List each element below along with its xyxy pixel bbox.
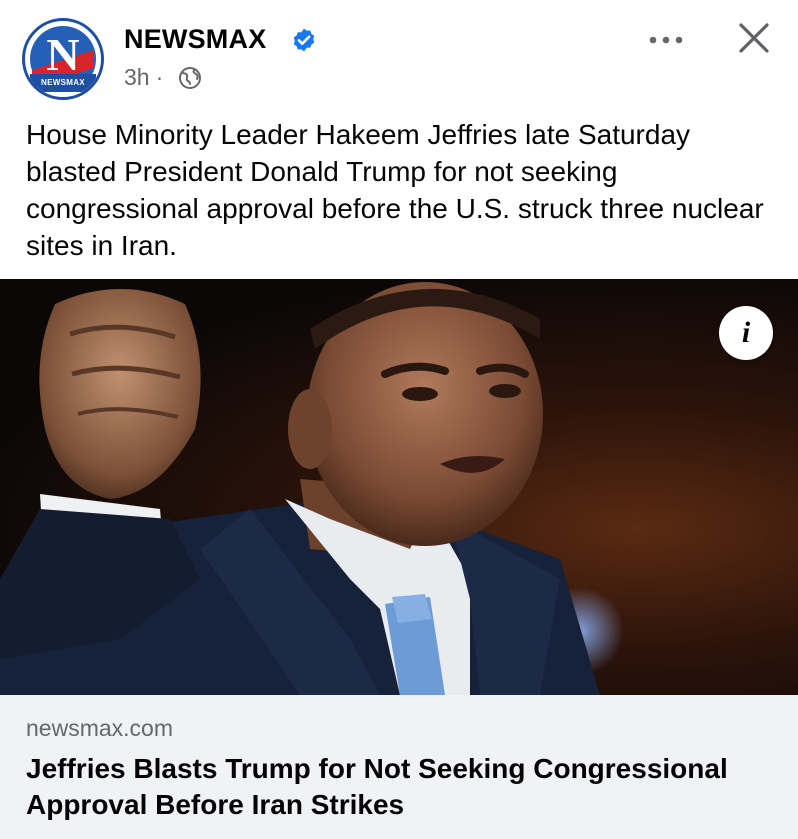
link-title[interactable]: Jeffries Blasts Trump for Not Seeking Co…	[26, 751, 766, 823]
logo-letter: N	[46, 29, 80, 80]
page-name[interactable]: NEWSMAX	[124, 24, 266, 55]
link-domain: newsmax.com	[26, 715, 173, 741]
close-icon[interactable]	[738, 22, 770, 54]
post-header: N NEWSMAX NEWSMAX 3h ·	[0, 0, 798, 110]
more-options-icon[interactable]	[648, 34, 684, 46]
link-preview-card[interactable]: newsmax.com Jeffries Blasts Trump for No…	[0, 695, 798, 839]
globe-icon	[179, 67, 201, 89]
newsmax-logo: N NEWSMAX	[30, 26, 96, 92]
logo-text: NEWSMAX	[41, 78, 85, 87]
meta-separator: ·	[155, 64, 164, 90]
info-button[interactable]: i	[719, 306, 773, 360]
timestamp[interactable]: 3h	[124, 64, 150, 90]
post-meta: 3h ·	[124, 64, 169, 91]
page-avatar[interactable]: N NEWSMAX	[22, 18, 104, 100]
post-caption: House Minority Leader Hakeem Jeffries la…	[26, 119, 764, 261]
post-photo[interactable]	[0, 279, 798, 695]
info-icon: i	[741, 316, 751, 349]
verified-badge-icon	[293, 28, 315, 52]
photo-illustration	[0, 282, 624, 695]
